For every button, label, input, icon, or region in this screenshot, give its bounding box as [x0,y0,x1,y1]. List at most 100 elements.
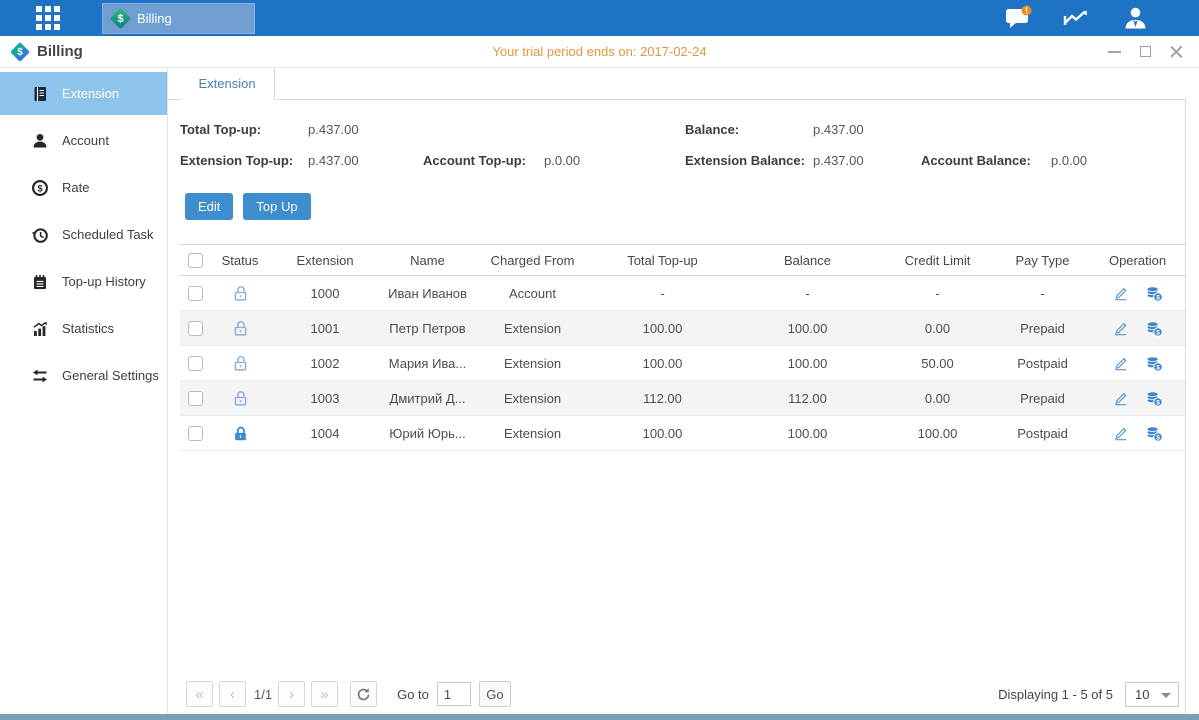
table-row[interactable]: 1000 Иван Иванов Account - - - - [180,276,1185,311]
extension-balance-value: p.437.00 [813,153,921,168]
extension-topup-label: Extension Top-up: [180,153,308,168]
prev-page-button[interactable]: ‹ [219,681,246,707]
taskbar-tab-billing[interactable]: $ Billing [102,3,255,34]
account-topup-label: Account Top-up: [423,153,544,168]
col-status: Status [210,253,270,268]
svg-text:$: $ [1156,399,1160,406]
cell-name: Мария Ива... [380,356,475,371]
maximize-icon[interactable] [1138,45,1152,59]
page-size-select[interactable]: 10 [1125,682,1179,707]
balance-label: Balance: [685,122,813,137]
sidebar-item-label: Scheduled Task [62,227,154,242]
sidebar-item-label: Top-up History [62,274,146,289]
topbar-status-icons: ! [1005,6,1149,30]
account-balance-label: Account Balance: [921,153,1051,168]
reports-icon[interactable] [1062,7,1092,29]
sidebar-item-topup-history[interactable]: Top-up History [0,258,167,305]
goto-label: Go to [397,687,429,702]
sidebar-item-rate[interactable]: $ Rate [0,164,167,211]
close-icon[interactable] [1169,45,1183,59]
sidebar-item-label: Account [62,133,109,148]
cell-credit-limit: 50.00 [880,356,995,371]
sidebar-item-scheduled-task[interactable]: Scheduled Task [0,211,167,258]
pagination-bar: « ‹ 1/1 › » Go to Go Display [180,676,1185,714]
edit-button[interactable]: Edit [185,193,233,220]
cell-total-topup: 100.00 [590,426,735,441]
cell-name: Дмитрий Д... [380,391,475,406]
topup-history-icon [30,272,49,291]
edit-row-icon[interactable] [1112,320,1129,337]
cell-pay-type: Postpaid [995,426,1090,441]
trial-notice: Your trial period ends on: 2017-02-24 [0,44,1199,59]
sidebar-item-account[interactable]: Account [0,117,167,164]
cell-charged-from: Extension [475,426,590,441]
sidebar-item-label: Statistics [62,321,114,336]
cell-credit-limit: 100.00 [880,426,995,441]
topup-row-icon[interactable]: $ [1145,355,1163,372]
tab-extension[interactable]: Extension [180,68,275,100]
row-checkbox[interactable] [188,286,203,301]
topup-row-icon[interactable]: $ [1145,425,1163,442]
table-row[interactable]: 1001 Петр Петров Extension 100.00 100.00… [180,311,1185,346]
scheduled-task-icon [30,225,49,244]
go-button[interactable]: Go [479,681,511,707]
cell-pay-type: Postpaid [995,356,1090,371]
sidebar-item-statistics[interactable]: Statistics [0,305,167,352]
row-checkbox[interactable] [188,321,203,336]
messages-icon[interactable]: ! [1005,6,1032,30]
table-row[interactable]: 1002 Мария Ива... Extension 100.00 100.0… [180,346,1185,381]
balance-value: p.437.00 [813,122,864,137]
cell-charged-from: Extension [475,391,590,406]
row-checkbox[interactable] [188,356,203,371]
last-page-button[interactable]: » [311,681,338,707]
next-page-button[interactable]: › [278,681,305,707]
row-checkbox[interactable] [188,426,203,441]
billing-diamond-icon: $ [110,8,131,29]
summary-right: Balance: p.437.00 Extension Balance: p.4… [685,114,1087,176]
statistics-icon [30,319,49,338]
billing-diamond-icon: $ [10,42,30,62]
window-controls [1107,45,1183,59]
edit-row-icon[interactable] [1112,355,1129,372]
topup-row-icon[interactable]: $ [1145,390,1163,407]
col-charged-from: Charged From [475,253,590,268]
lock-open-icon [210,355,270,372]
topup-row-icon[interactable]: $ [1145,285,1163,302]
cell-credit-limit: - [880,286,995,301]
tabbar: Extension [168,68,1186,100]
user-icon[interactable] [1122,6,1149,30]
cell-name: Петр Петров [380,321,475,336]
apps-grid-icon[interactable] [36,6,60,30]
table-row[interactable]: 1004 Юрий Юрь... Extension 100.00 100.00… [180,416,1185,451]
desktop-topbar: $ Billing ! [0,0,1199,36]
extension-table: Status Extension Name Charged From Total… [180,244,1185,451]
svg-text:$: $ [1156,294,1160,301]
extension-icon [30,84,49,103]
table-row[interactable]: 1003 Дмитрий Д... Extension 112.00 112.0… [180,381,1185,416]
cell-name: Юрий Юрь... [380,426,475,441]
row-checkbox[interactable] [188,391,203,406]
col-name: Name [380,253,475,268]
goto-page-input[interactable] [437,682,471,706]
extension-panel: Total Top-up: p.437.00 Extension Top-up:… [168,100,1186,714]
sidebar-item-extension[interactable]: Extension [0,72,167,115]
minimize-icon[interactable] [1107,45,1121,59]
main-content: Extension Total Top-up: p.437.00 Extensi… [168,68,1199,714]
extension-balance-label: Extension Balance: [685,153,813,168]
select-all-checkbox[interactable] [188,253,203,268]
edit-row-icon[interactable] [1112,425,1129,442]
cell-extension: 1001 [270,321,380,336]
col-balance: Balance [735,253,880,268]
edit-row-icon[interactable] [1112,285,1129,302]
page-indicator: 1/1 [254,687,272,702]
sidebar-item-label: Rate [62,180,89,195]
sidebar-item-general-settings[interactable]: General Settings [0,352,167,399]
lock-open-icon [210,390,270,407]
topup-button[interactable]: Top Up [243,193,310,220]
refresh-button[interactable] [350,681,377,707]
first-page-button[interactable]: « [186,681,213,707]
col-pay-type: Pay Type [995,253,1090,268]
topup-row-icon[interactable]: $ [1145,320,1163,337]
svg-text:$: $ [37,183,43,194]
edit-row-icon[interactable] [1112,390,1129,407]
